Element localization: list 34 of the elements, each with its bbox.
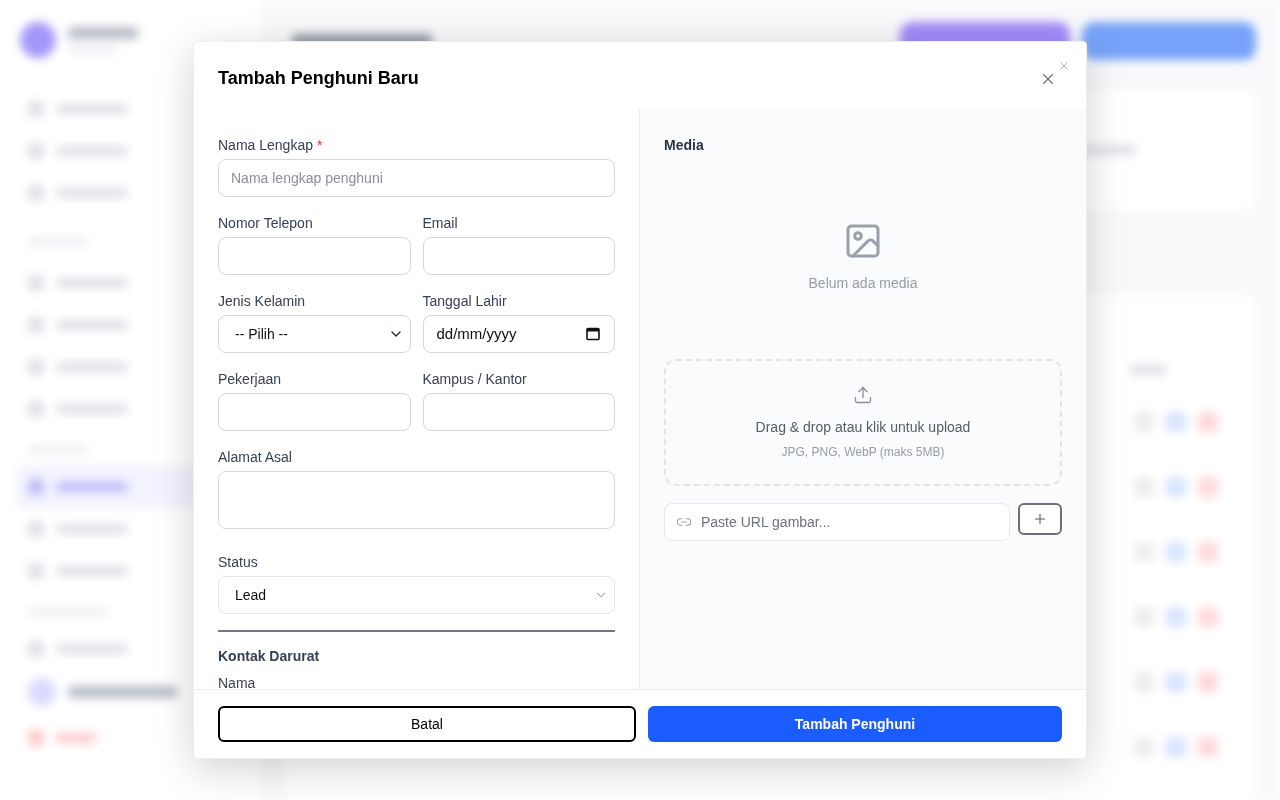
calendar-icon [586, 327, 600, 341]
field-label: Nama [218, 675, 256, 689]
select-field[interactable]: -- Pilih -- [218, 315, 411, 353]
field-label: Kampus / Kantor [422, 370, 527, 389]
field-label: Nomor Telepon [218, 214, 313, 233]
text-field[interactable] [422, 237, 615, 275]
add-url-button[interactable] [1018, 503, 1062, 535]
text-field[interactable] [218, 393, 411, 431]
section-title: Kontak Darurat [218, 647, 320, 666]
textarea-field[interactable] [218, 471, 615, 529]
dropzone-hint: JPG, PNG, WebP (maks 5MB) [781, 444, 945, 460]
text-field[interactable] [218, 237, 411, 275]
dropzone-text: Drag & drop atau klik untuk upload [755, 418, 971, 437]
upload-icon [853, 385, 873, 405]
field-label: Status [218, 553, 258, 572]
text-field[interactable]: Nama lengkap penghuni [218, 159, 615, 197]
plus-icon [1032, 511, 1048, 527]
field-label: Nama Lengkap * [218, 136, 323, 155]
field-label: Jenis Kelamin [218, 292, 306, 311]
media-label: Media [664, 136, 704, 155]
empty-media-text: Belum ada media [808, 274, 918, 293]
field-label: Alamat Asal [218, 448, 292, 467]
submit-button[interactable]: Tambah Penghuni [648, 706, 1062, 742]
field-label: Pekerjaan [218, 370, 282, 389]
field-label: Email [422, 214, 458, 233]
date-field[interactable]: dd/mm/yyyy [422, 315, 615, 353]
field-label: Tanggal Lahir [422, 292, 507, 311]
cancel-button[interactable]: Batal [218, 706, 636, 742]
text-field[interactable] [422, 393, 615, 431]
select-field[interactable]: Lead [218, 576, 615, 614]
close-button[interactable] [1058, 60, 1070, 72]
url-input-field[interactable]: Paste URL gambar... [664, 503, 1010, 541]
dialog-title: Tambah Penghuni Baru [218, 67, 419, 90]
upload-dropzone[interactable]: Drag & drop atau klik untuk upload JPG, PNG, WebP (maks 5MB) [664, 359, 1062, 486]
